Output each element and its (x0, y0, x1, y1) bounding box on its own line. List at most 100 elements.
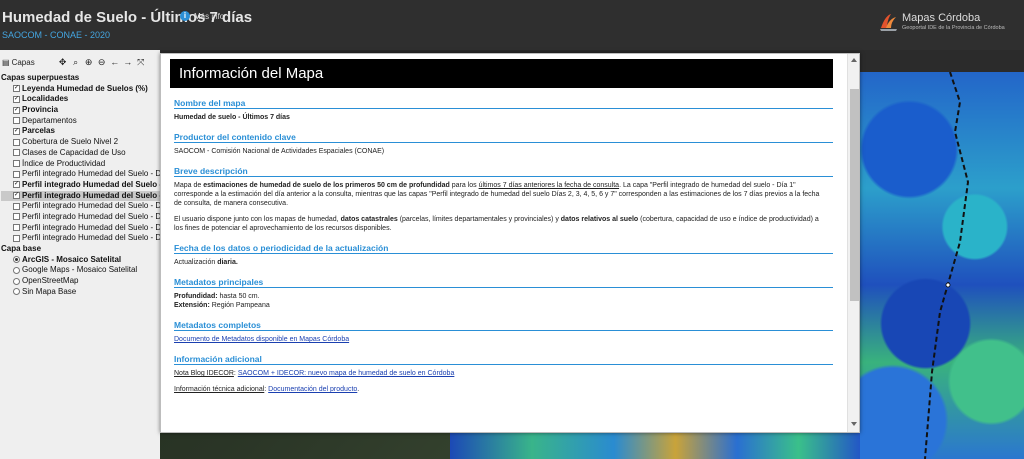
layer-item-label: Perfil integrado Humedad del Suelo - D (22, 201, 160, 211)
zoom-out-icon[interactable]: ⊖ (96, 56, 108, 68)
layer-item-label: Parcelas (22, 126, 55, 136)
layer-radio[interactable] (13, 277, 20, 285)
layer-checkbox[interactable] (13, 202, 20, 210)
layer-checkbox[interactable] (13, 234, 20, 242)
layer-item-label: Perfil integrado Humedad del Suelo - D (22, 233, 160, 243)
section-full-metadata: Metadatos completos Documento de Metadat… (174, 319, 833, 344)
scroll-down-arrow-icon[interactable] (851, 422, 857, 426)
description-body: Mapa de estimaciones de humedad de suelo… (174, 181, 829, 233)
zoom-box-icon[interactable]: ⌕ (70, 56, 82, 68)
layer-item-label: Clases de Capacidad de Uso (22, 147, 126, 157)
layer-item[interactable]: ✓ Provincia (1, 105, 160, 116)
update-value: Actualización diaria. (174, 259, 238, 266)
layer-checkbox[interactable] (13, 138, 20, 146)
additional-info-body: Nota Blog IDECOR: SAOCOM + IDECOR: nuevo… (174, 369, 829, 394)
layer-group-header[interactable]: Capa base (1, 244, 160, 255)
layer-item[interactable]: Perfil integrado Humedad del Suelo - D (1, 233, 160, 244)
description-paragraph-2: El usuario dispone junto con los mapas d… (174, 216, 819, 232)
layers-button[interactable]: ▤ Capas (2, 58, 35, 67)
layer-checkbox[interactable] (13, 160, 20, 167)
layer-checkbox[interactable]: ✓ (13, 181, 20, 189)
section-heading: Productor del contenido clave (174, 131, 833, 143)
layer-item-label: Leyenda Humedad de Suelos (%) (22, 83, 148, 93)
layer-item-label: Google Maps - Mosaico Satelital (22, 265, 138, 275)
section-description: Breve descripción Mapa de estimaciones d… (174, 165, 833, 233)
layer-item[interactable]: Sin Mapa Base (1, 287, 160, 298)
metadata-body: Profundidad: hasta 50 cm. Extensión: Reg… (174, 292, 829, 310)
blog-note-link[interactable]: SAOCOM + IDECOR: nuevo mapa de humedad d… (238, 370, 455, 377)
back-arrow-icon[interactable]: ← (109, 56, 121, 68)
zoom-in-icon[interactable]: ⊕ (83, 56, 95, 68)
layer-item[interactable]: Perfil integrado Humedad del Suelo - D (1, 169, 160, 180)
forward-arrow-icon[interactable]: → (122, 56, 134, 68)
logo-tagline: Geoportal IDE de la Provincia de Córdoba (902, 25, 1005, 31)
layer-item[interactable]: ✓ Perfil integrado Humedad del Suelo - D (1, 190, 160, 202)
section-map-name: Nombre del mapa Humedad de suelo - Últim… (174, 97, 833, 122)
layer-checkbox[interactable]: ✓ (13, 192, 20, 200)
pan-icon[interactable]: ✥ (57, 56, 69, 68)
layer-radio[interactable] (13, 288, 20, 296)
full-extent-icon[interactable]: ⤧ (135, 56, 147, 68)
layer-checkbox[interactable] (13, 149, 20, 157)
layer-checkbox[interactable] (13, 170, 20, 178)
layer-item[interactable]: Perfil integrado Humedad del Suelo - D (1, 201, 160, 212)
metadata-document-link[interactable]: Documento de Metadatos disponible en Map… (174, 336, 349, 343)
layer-checkbox[interactable] (13, 117, 20, 125)
logo-name: Mapas Córdoba (902, 12, 981, 24)
layer-item[interactable]: ✓ Leyenda Humedad de Suelos (%) (1, 84, 160, 95)
more-info-link[interactable]: i Más info (180, 11, 224, 21)
layer-radio[interactable] (13, 266, 20, 274)
layer-checkbox[interactable]: ✓ (13, 95, 20, 103)
layer-item[interactable]: Departamentos (1, 116, 160, 127)
layers-panel: ▤ Capas ✥ ⌕ ⊕ ⊖ ← → ⤧ Capas superpuestas… (0, 50, 160, 459)
layer-item-label: Localidades (22, 94, 69, 104)
layer-item[interactable]: Índice de Productividad (1, 159, 160, 170)
logo-mark-icon (880, 14, 897, 31)
section-heading: Fecha de los datos o periodicidad de la … (174, 242, 833, 254)
layer-checkbox[interactable] (13, 213, 20, 221)
blog-note-row: Nota Blog IDECOR: SAOCOM + IDECOR: nuevo… (174, 370, 455, 377)
section-producer: Productor del contenido clave SAOCOM - C… (174, 131, 833, 156)
section-heading: Breve descripción (174, 165, 833, 177)
layer-item-label: Perfil integrado Humedad del Suelo - D (22, 190, 160, 200)
layer-item-label: ArcGIS - Mosaico Satelital (22, 254, 122, 264)
layer-item[interactable]: Cobertura de Suelo Nivel 2 (1, 137, 160, 148)
section-main-metadata: Metadatos principales Profundidad: hasta… (174, 276, 833, 310)
metadata-extent: Extensión: Región Pampeana (174, 302, 270, 309)
section-body: Humedad de suelo - Últimos 7 días (174, 113, 829, 122)
layer-checkbox[interactable] (13, 224, 20, 232)
layer-checkbox[interactable]: ✓ (13, 85, 20, 93)
section-heading: Metadatos principales (174, 276, 833, 288)
scroll-up-arrow-icon[interactable] (851, 58, 857, 62)
layer-item[interactable]: ✓ Localidades (1, 94, 160, 105)
dialog-scrollbar[interactable] (847, 54, 859, 432)
layer-item[interactable]: ArcGIS - Mosaico Satelital (1, 255, 160, 266)
layer-item[interactable]: OpenStreetMap (1, 276, 160, 287)
layer-checkbox[interactable]: ✓ (13, 106, 20, 114)
layer-item-label: Departamentos (22, 115, 77, 125)
dialog-title: Información del Mapa (170, 59, 833, 88)
layer-checkbox[interactable]: ✓ (13, 127, 20, 135)
layer-item-label: Índice de Productividad (22, 158, 106, 168)
scroll-thumb[interactable] (850, 89, 859, 301)
layer-item[interactable]: Perfil integrado Humedad del Suelo - D (1, 223, 160, 234)
layer-item-label: Provincia (22, 105, 59, 115)
app-subtitle: SAOCOM - CONAE - 2020 (2, 30, 111, 40)
section-additional-info: Información adicional Nota Blog IDECOR: … (174, 353, 833, 394)
layer-item[interactable]: Perfil integrado Humedad del Suelo - D (1, 212, 160, 223)
layer-radio[interactable] (13, 256, 20, 264)
app-header: Humedad de Suelo - Últimos 7 días i Más … (0, 0, 1024, 50)
section-heading: Metadatos completos (174, 319, 833, 331)
layer-item[interactable]: Clases de Capacidad de Uso (1, 148, 160, 159)
layers-icon: ▤ (2, 57, 10, 67)
layer-group-header[interactable]: Capas superpuestas (1, 73, 160, 84)
layers-button-label: Capas (11, 57, 35, 67)
mapas-cordoba-logo[interactable]: Mapas Córdoba Geoportal IDE de la Provin… (877, 10, 1022, 36)
layer-item-label: Perfil integrado Humedad del Suelo - D (22, 169, 160, 179)
layer-item[interactable]: ✓ Parcelas (1, 126, 160, 137)
layer-item-label: Sin Mapa Base (22, 286, 77, 296)
description-paragraph-1: Mapa de estimaciones de humedad de suelo… (174, 182, 820, 207)
layer-item[interactable]: Google Maps - Mosaico Satelital (1, 265, 160, 276)
layer-item[interactable]: ✓ Perfil integrado Humedad del Suelo - D (1, 180, 160, 191)
product-documentation-link[interactable]: Documentación del producto (268, 386, 357, 393)
